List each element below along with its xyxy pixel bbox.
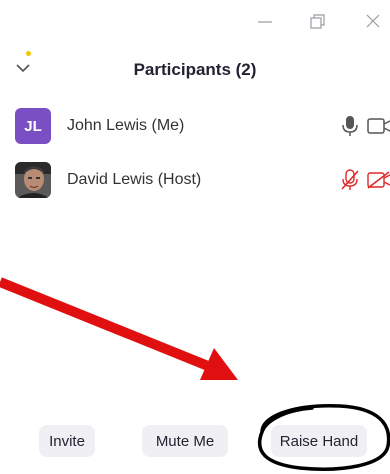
- restore-icon[interactable]: [306, 12, 328, 32]
- annotation-arrow: [0, 277, 238, 380]
- invite-button[interactable]: Invite: [39, 425, 95, 457]
- microphone-muted-icon[interactable]: [340, 169, 360, 191]
- video-camera-off-icon[interactable]: [367, 171, 390, 189]
- minimize-icon[interactable]: [254, 12, 276, 32]
- participant-row[interactable]: David Lewis (Host): [0, 162, 390, 198]
- participant-name: John Lewis (Me): [67, 117, 185, 134]
- raise-hand-button[interactable]: Raise Hand: [271, 425, 367, 457]
- mute-me-button[interactable]: Mute Me: [142, 425, 228, 457]
- close-icon[interactable]: [362, 12, 384, 32]
- panel-title: Participants (2): [133, 60, 257, 79]
- participant-name: David Lewis (Host): [67, 171, 202, 188]
- avatar: [15, 162, 51, 198]
- window-controls: [0, 12, 390, 32]
- microphone-icon[interactable]: [340, 115, 360, 137]
- avatar: JL: [15, 108, 51, 144]
- video-camera-icon[interactable]: [367, 117, 390, 135]
- participant-row[interactable]: JL John Lewis (Me): [0, 108, 390, 144]
